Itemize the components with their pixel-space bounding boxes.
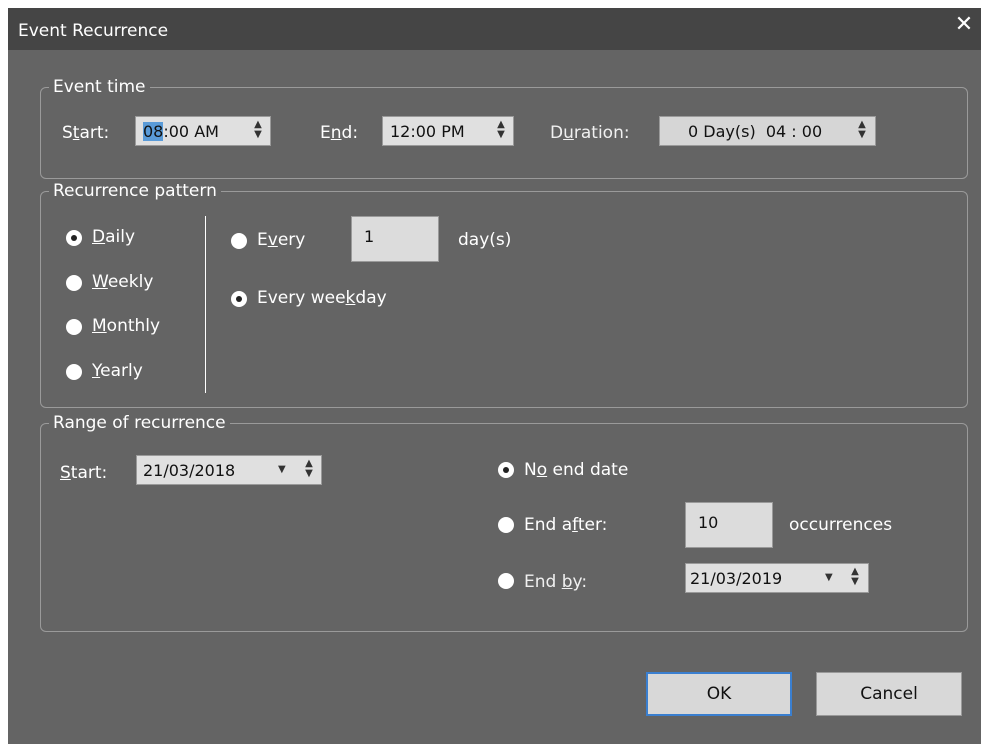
label-part: End bbox=[524, 572, 562, 592]
monthly-radio[interactable] bbox=[66, 319, 82, 335]
label-mnemonic: u bbox=[563, 123, 574, 143]
duration-value: 0 Day(s) 04 : 00 bbox=[688, 122, 823, 141]
start-hour-selected: 08 bbox=[143, 122, 164, 141]
dropdown-caret-icon[interactable]: ▼ bbox=[278, 464, 286, 475]
label-mnemonic: M bbox=[92, 316, 107, 336]
range-legend: Range of recurrence bbox=[53, 413, 226, 433]
label-part: N bbox=[524, 460, 537, 480]
yearly-label: Yearly bbox=[92, 361, 143, 381]
label-mnemonic: v bbox=[267, 230, 278, 250]
every-label: Every bbox=[257, 230, 305, 250]
duration-picker[interactable]: 0 Day(s) 04 : 00 ▲ ▼ bbox=[659, 116, 876, 146]
occurrences-value: 10 bbox=[698, 513, 719, 532]
range-start-label: Start: bbox=[60, 463, 107, 483]
label-part: S bbox=[62, 123, 73, 143]
end-after-label: End after: bbox=[524, 515, 607, 535]
end-by-date-value: 21/03/2019 bbox=[690, 569, 783, 588]
label-mnemonic: b bbox=[561, 572, 573, 592]
start-time-picker[interactable]: 08:00 AM ▲ ▼ bbox=[135, 116, 271, 146]
every-days-input[interactable]: 1 bbox=[351, 216, 439, 262]
start-time-label: Start: bbox=[62, 123, 109, 143]
every-days-value: 1 bbox=[364, 227, 375, 246]
label-part: day bbox=[355, 288, 387, 308]
label-part: D bbox=[550, 123, 564, 143]
label-mnemonic: n bbox=[330, 123, 342, 143]
label-mnemonic: W bbox=[92, 272, 108, 292]
label-part: onthly bbox=[106, 316, 161, 336]
end-after-radio[interactable] bbox=[498, 517, 514, 533]
title-bar: Event Recurrence ✕ bbox=[8, 8, 981, 50]
event-recurrence-dialog: Event Recurrence ✕ Event time Start: 08:… bbox=[8, 8, 981, 744]
occurrences-input[interactable]: 10 bbox=[685, 502, 773, 548]
label-part: art: bbox=[79, 123, 110, 143]
recurrence-pattern-legend: Recurrence pattern bbox=[53, 181, 217, 201]
label-part: ery bbox=[277, 230, 306, 250]
days-unit-label: day(s) bbox=[458, 230, 512, 250]
label-mnemonic: o bbox=[536, 460, 548, 480]
yearly-radio[interactable] bbox=[66, 364, 82, 380]
label-part: y: bbox=[572, 572, 588, 592]
every-weekday-radio[interactable] bbox=[231, 291, 247, 307]
start-time-value: 08:00 AM bbox=[143, 122, 219, 141]
no-end-date-label: No end date bbox=[524, 460, 628, 480]
end-time-picker[interactable]: 12:00 PM ▲ ▼ bbox=[382, 116, 514, 146]
end-by-radio[interactable] bbox=[498, 573, 514, 589]
recurrence-pattern-group: Recurrence pattern bbox=[40, 181, 968, 408]
start-time-rest: :00 AM bbox=[163, 122, 219, 141]
label-part: tart: bbox=[70, 463, 108, 483]
dialog-title: Event Recurrence bbox=[18, 21, 169, 41]
every-days-radio[interactable] bbox=[231, 233, 247, 249]
event-time-legend: Event time bbox=[53, 77, 146, 97]
end-by-label: End by: bbox=[524, 572, 587, 592]
dropdown-caret-icon[interactable]: ▼ bbox=[825, 572, 833, 583]
no-end-date-radio[interactable] bbox=[498, 462, 514, 478]
label-part: E bbox=[257, 230, 268, 250]
label-mnemonic: k bbox=[345, 288, 356, 308]
daily-label: Daily bbox=[92, 227, 135, 247]
cancel-button[interactable]: Cancel bbox=[816, 672, 962, 716]
label-mnemonic: D bbox=[92, 227, 106, 247]
spin-arrows-icon[interactable]: ▲ ▼ bbox=[252, 120, 264, 142]
end-time-label: End: bbox=[320, 123, 358, 143]
every-weekday-label: Every weekday bbox=[257, 288, 387, 308]
range-start-date-picker[interactable]: 21/03/2018 ▼ ▲ ▼ bbox=[136, 455, 322, 485]
range-start-date-value: 21/03/2018 bbox=[143, 461, 236, 480]
label-part: early bbox=[100, 361, 143, 381]
occurrences-unit-label: occurrences bbox=[789, 515, 893, 535]
spin-arrows-icon[interactable]: ▲ ▼ bbox=[849, 567, 861, 589]
weekly-label: Weekly bbox=[92, 272, 153, 292]
label-part: aily bbox=[105, 227, 136, 247]
weekly-radio[interactable] bbox=[66, 275, 82, 291]
end-time-value: 12:00 PM bbox=[390, 122, 465, 141]
label-part: eekly bbox=[107, 272, 154, 292]
pattern-divider bbox=[205, 216, 206, 393]
label-part: d: bbox=[341, 123, 359, 143]
spin-arrows-icon[interactable]: ▲ ▼ bbox=[856, 120, 868, 142]
ok-button[interactable]: OK bbox=[646, 672, 792, 716]
label-part: End a bbox=[524, 515, 573, 535]
label-part: end date bbox=[547, 460, 629, 480]
label-part: ter: bbox=[577, 515, 608, 535]
daily-radio[interactable] bbox=[66, 230, 82, 246]
spin-arrows-icon[interactable]: ▲ ▼ bbox=[495, 120, 507, 142]
spin-arrows-icon[interactable]: ▲ ▼ bbox=[303, 459, 315, 481]
label-part: Every wee bbox=[257, 288, 346, 308]
close-icon[interactable]: ✕ bbox=[951, 12, 977, 38]
end-by-date-picker[interactable]: 21/03/2019 ▼ ▲ ▼ bbox=[685, 563, 869, 593]
label-mnemonic: Y bbox=[92, 361, 101, 381]
duration-label: Duration: bbox=[550, 123, 630, 143]
label-part: E bbox=[320, 123, 331, 143]
monthly-label: Monthly bbox=[92, 316, 160, 336]
label-mnemonic: S bbox=[60, 463, 71, 483]
label-part: ration: bbox=[573, 123, 630, 143]
